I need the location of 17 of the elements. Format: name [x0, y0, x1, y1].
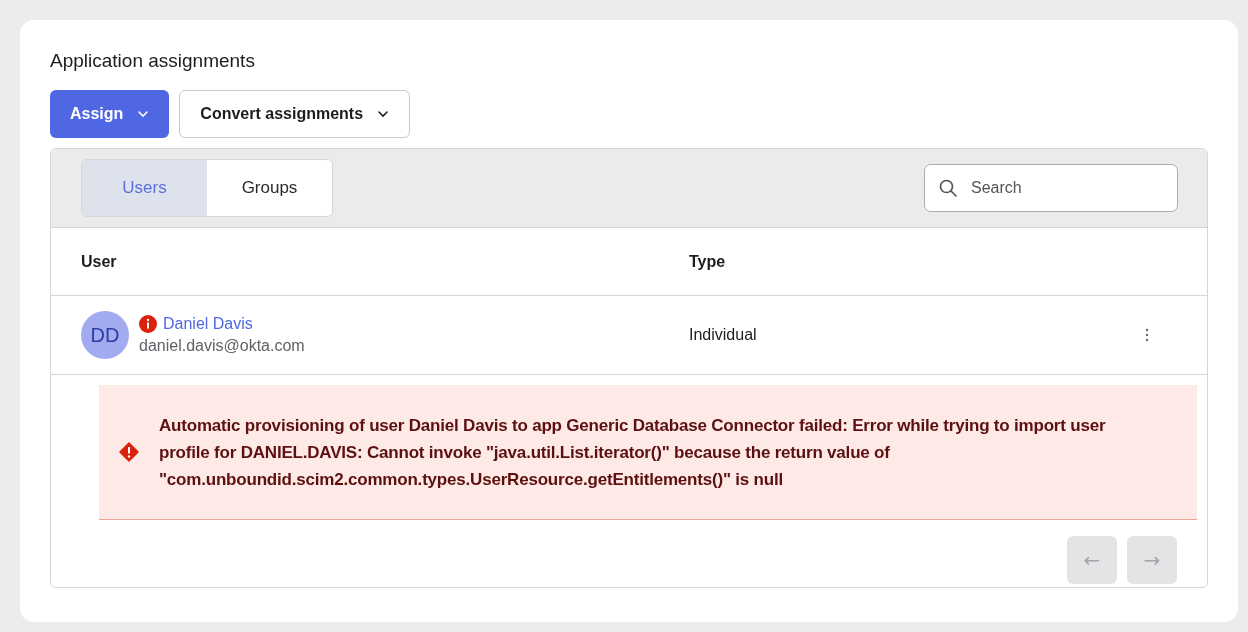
more-icon[interactable] — [1145, 328, 1149, 342]
convert-button[interactable]: Convert assignments — [179, 90, 411, 138]
tab[interactable]: Users — [82, 160, 207, 216]
error-icon — [119, 442, 139, 462]
user-email: daniel.davis@okta.com — [139, 337, 305, 355]
chevron-down-icon — [137, 110, 150, 118]
tab[interactable]: Groups — [207, 160, 332, 216]
error-message: Automatic provisioning of user Daniel Davis to app Generic Database Connector failed: Error while trying to import user profile for DANIEL.DAVIS: Cannot invoke "java.util.List.iterator()" because the return value of "com.unboundid.scim2.common.types.UserResource.getEntitlements()" is null — [159, 414, 1107, 491]
avatar: DD — [81, 311, 129, 359]
assign-button[interactable]: Assign — [50, 90, 170, 138]
column-header: Type — [689, 252, 726, 271]
column-header: User — [81, 252, 118, 271]
section-title: Application assignments — [50, 50, 255, 72]
user-link[interactable]: Daniel Davis — [163, 315, 253, 333]
chevron-down-icon — [377, 110, 390, 118]
search-field[interactable]: Search — [924, 164, 1178, 212]
user-type: Individual — [689, 326, 758, 344]
